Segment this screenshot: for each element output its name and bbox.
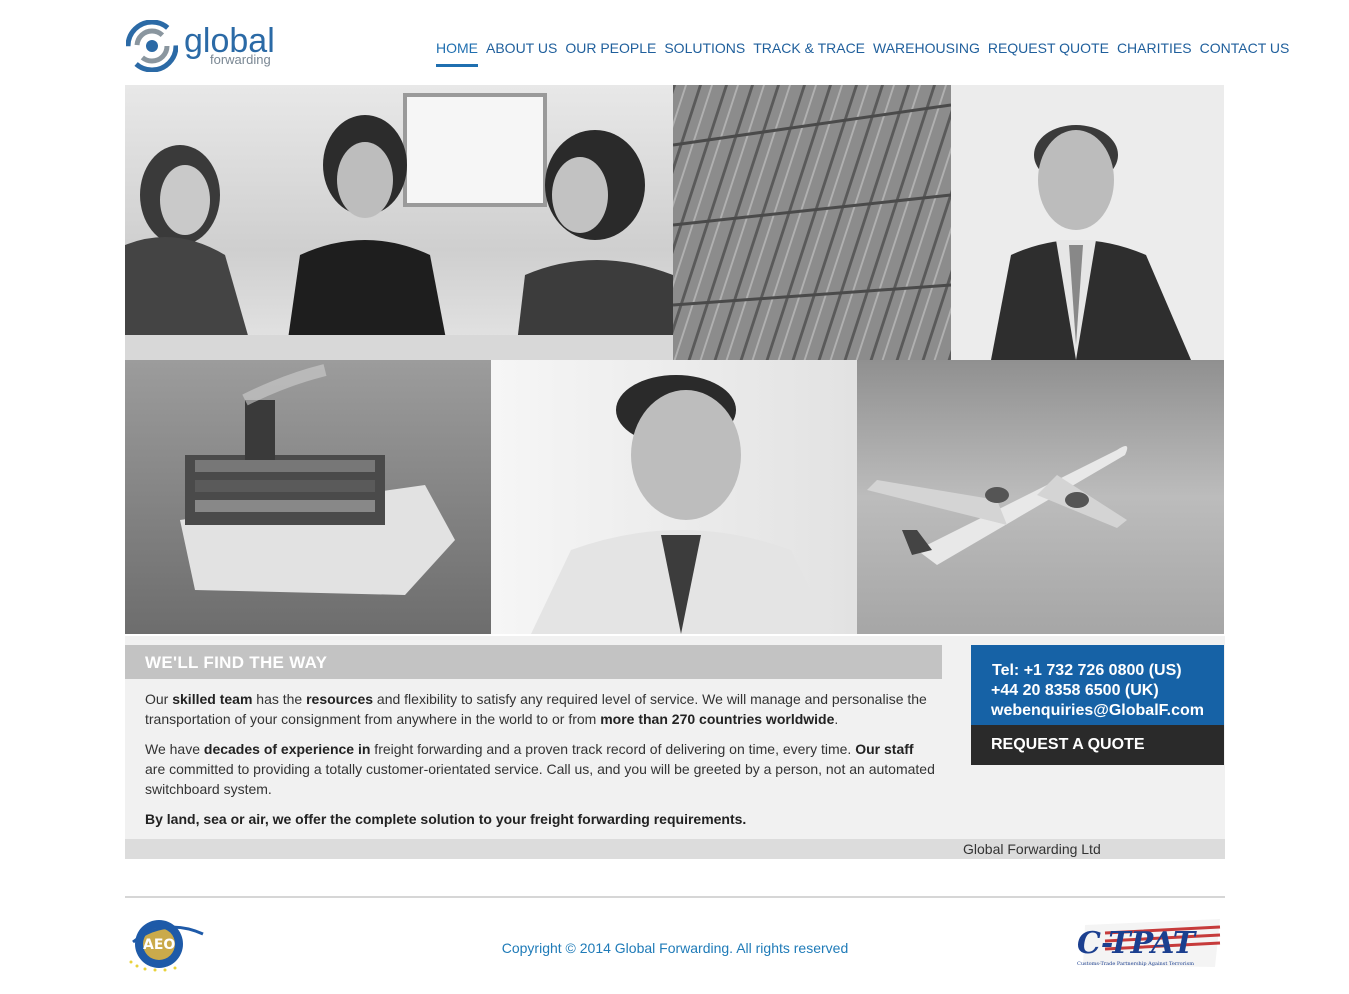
intro-paragraph: Our skilled team has the resources and f… [145, 691, 927, 727]
nav-contact-us[interactable]: CONTACT US [1200, 38, 1290, 64]
nav-about-us[interactable]: ABOUT US [486, 38, 557, 64]
three-women-photo [125, 85, 673, 360]
logo-subtitle: forwarding [210, 52, 271, 67]
company-strip: Global Forwarding Ltd [125, 839, 1225, 859]
main-nav: HOME ABOUT US OUR PEOPLE SOLUTIONS TRACK… [436, 38, 1297, 67]
logo-swirl-icon [126, 20, 178, 72]
nav-request-quote[interactable]: REQUEST QUOTE [988, 38, 1109, 64]
ctpat-text: C-TPAT [1077, 926, 1198, 961]
nav-warehousing[interactable]: WAREHOUSING [873, 38, 980, 64]
section-heading: WE'LL FIND THE WAY [145, 653, 328, 672]
request-quote-button[interactable]: REQUEST A QUOTE [971, 725, 1224, 765]
copyright-text: Copyright © 2014 Global Forwarding. All … [501, 940, 849, 956]
businessman-photo [951, 85, 1224, 360]
ctpat-subtitle: Customs-Trade Partnership Against Terror… [1077, 961, 1194, 967]
company-name: Global Forwarding Ltd [963, 841, 1101, 857]
phone-us[interactable]: Tel: +1 732 726 0800 (US) [992, 661, 1182, 681]
experience-paragraph: We have decades of experience in freight… [145, 741, 935, 797]
request-quote-label: REQUEST A QUOTE [991, 736, 1145, 753]
nav-solutions[interactable]: SOLUTIONS [664, 38, 745, 64]
nav-our-people[interactable]: OUR PEOPLE [565, 38, 656, 64]
tagline-paragraph: By land, sea or air, we offer the comple… [145, 811, 747, 827]
phone-uk[interactable]: +44 20 8358 6500 (UK) [991, 681, 1159, 701]
nav-charities[interactable]: CHARITIES [1117, 38, 1192, 64]
nav-track-trace[interactable]: TRACK & TRACE [753, 38, 865, 64]
footer-divider [125, 896, 1225, 898]
email-link[interactable]: webenquiries@GlobalF.com [991, 701, 1204, 721]
global-forwarding-logo[interactable]: global forwarding [126, 18, 286, 72]
container-ship-photo [125, 360, 491, 634]
section-heading-bar: WE'LL FIND THE WAY [125, 645, 942, 679]
airplane-photo [857, 360, 1224, 634]
ctpat-logo: C-TPAT Customs-Trade Partnership Against… [1075, 915, 1225, 973]
shipping-containers-photo [673, 85, 951, 360]
smiling-man-photo [491, 360, 857, 634]
nav-home[interactable]: HOME [436, 38, 478, 67]
contact-box: Tel: +1 732 726 0800 (US) +44 20 8358 65… [971, 645, 1224, 725]
